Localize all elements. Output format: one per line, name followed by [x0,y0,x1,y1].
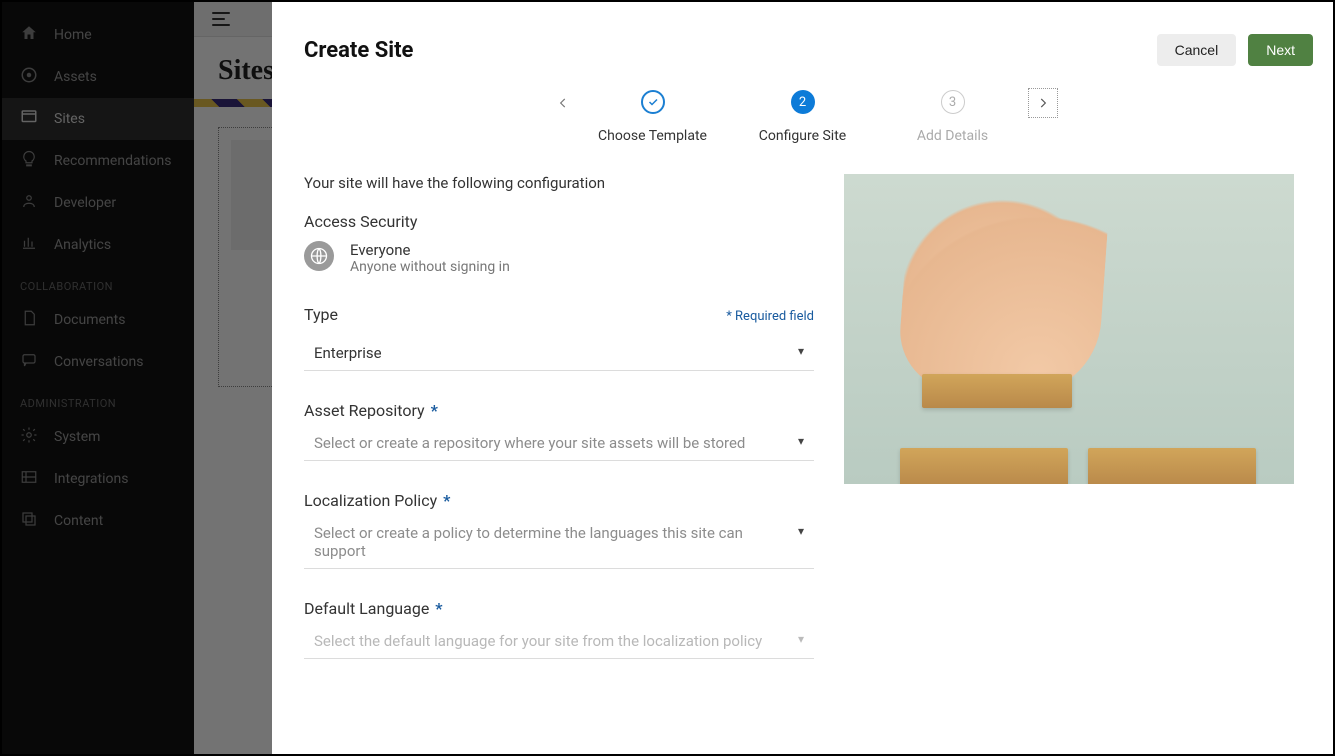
sidebar-item-analytics[interactable]: Analytics [2,224,194,266]
sidebar-item-label: Developer [54,195,116,211]
globe-icon [304,241,334,271]
asset-repository-label: Asset Repository * [304,401,814,420]
type-field-header: Type * Required field [304,305,814,330]
access-security-row: Everyone Anyone without signing in [304,241,814,275]
documents-icon [20,309,38,331]
asset-repository-select[interactable]: Select or create a repository where your… [304,426,814,461]
config-intro: Your site will have the following config… [304,174,814,192]
cancel-button[interactable]: Cancel [1157,34,1237,66]
menu-toggle-icon[interactable] [212,12,230,26]
type-select-wrap: Enterprise [304,336,814,371]
stepper: Choose Template 2 Configure Site 3 Add D… [272,78,1333,164]
asset-repository-select-wrap: Select or create a repository where your… [304,426,814,461]
type-label: Type [304,305,338,324]
content-icon [20,510,38,532]
check-icon [641,90,665,114]
developer-icon [20,192,38,214]
modal-title: Create Site [304,38,413,63]
sidebar-item-assets[interactable]: Assets [2,56,194,98]
step-label: Add Details [917,128,988,144]
sidebar-item-label: Assets [54,69,97,85]
required-star: * [443,491,450,510]
sidebar-section-administration: ADMINISTRATION [2,383,194,416]
localization-policy-select-wrap: Select or create a policy to determine t… [304,516,814,569]
sidebar-item-label: Analytics [54,237,111,253]
sidebar-item-developer[interactable]: Developer [2,182,194,224]
analytics-icon [20,234,38,256]
integrations-icon [20,468,38,490]
sidebar-item-label: Documents [54,312,125,328]
sidebar-item-integrations[interactable]: Integrations [2,458,194,500]
localization-policy-label: Localization Policy * [304,491,814,510]
sidebar-item-label: Conversations [54,354,143,370]
default-language-select: Select the default language for your sit… [304,624,814,659]
required-star: * [431,401,438,420]
step-label: Choose Template [598,128,707,144]
next-button[interactable]: Next [1248,34,1313,66]
gear-icon [20,426,38,448]
step-configure-site[interactable]: 2 Configure Site [728,90,878,144]
access-main-text: Everyone [350,241,510,259]
default-language-label: Default Language * [304,599,814,618]
home-icon [20,24,38,46]
sites-icon [20,108,38,130]
create-site-modal: Create Site Cancel Next Choose Template … [272,2,1333,754]
localization-policy-select[interactable]: Select or create a policy to determine t… [304,516,814,569]
sidebar-item-system[interactable]: System [2,416,194,458]
form-column: Your site will have the following config… [304,174,814,689]
preview-column [844,174,1301,689]
sidebar-item-conversations[interactable]: Conversations [2,341,194,383]
sidebar-item-label: Content [54,513,103,529]
modal-body: Your site will have the following config… [272,164,1333,689]
template-preview-image [844,174,1294,484]
sidebar-item-recommendations[interactable]: Recommendations [2,140,194,182]
sidebar-item-content[interactable]: Content [2,500,194,542]
step-number-icon: 3 [941,90,965,114]
default-language-select-wrap: Select the default language for your sit… [304,624,814,659]
sidebar-item-label: Sites [54,111,85,127]
access-text: Everyone Anyone without signing in [350,241,510,275]
assets-icon [20,66,38,88]
step-number-icon: 2 [791,90,815,114]
sidebar: Home Assets Sites Recommendations Develo… [2,2,194,754]
step-label: Configure Site [759,128,846,144]
step-add-details: 3 Add Details [878,90,1028,144]
sidebar-item-label: System [54,429,100,445]
sidebar-item-label: Integrations [54,471,128,487]
type-select[interactable]: Enterprise [304,336,814,371]
bulb-icon [20,150,38,172]
modal-header: Create Site Cancel Next [272,26,1333,78]
sidebar-section-collaboration: COLLABORATION [2,266,194,299]
sidebar-item-label: Home [54,27,92,43]
step-next-arrow[interactable] [1028,88,1058,118]
sidebar-item-sites[interactable]: Sites [2,98,194,140]
sidebar-item-label: Recommendations [54,153,172,169]
required-star: * [435,599,442,618]
step-choose-template[interactable]: Choose Template [578,90,728,144]
conversations-icon [20,351,38,373]
sidebar-item-documents[interactable]: Documents [2,299,194,341]
access-sub-text: Anyone without signing in [350,259,510,275]
step-prev-arrow[interactable] [548,88,578,118]
modal-actions: Cancel Next [1157,34,1313,66]
required-note: * Required field [726,309,814,324]
sidebar-item-home[interactable]: Home [2,14,194,56]
access-security-heading: Access Security [304,212,814,231]
